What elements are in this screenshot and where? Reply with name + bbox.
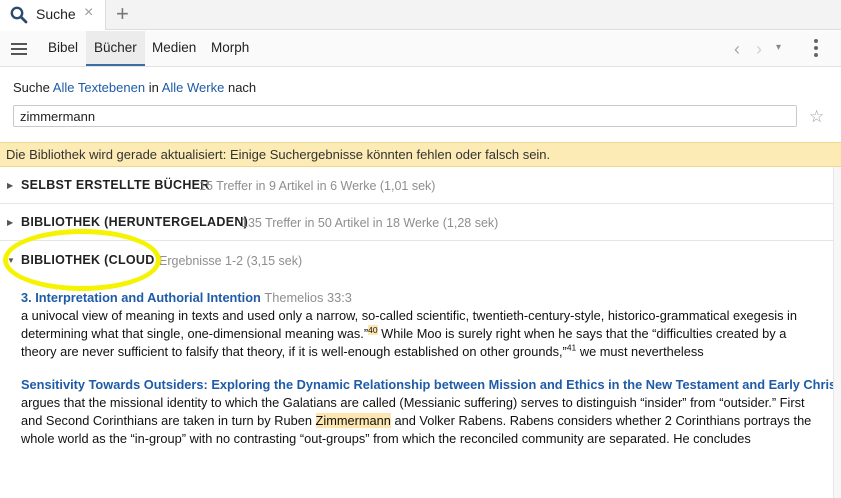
- tab-strip: Suche × +: [0, 0, 841, 30]
- section-own-books[interactable]: ▶ SELBST ERSTELLTE BÜCHER 15 Treffer in …: [0, 168, 841, 204]
- result-title-link[interactable]: Sensitivity Towards Outsiders: Exploring…: [21, 376, 833, 394]
- result-snippet-line: and Second Corinthians are taken in turn…: [21, 413, 812, 428]
- update-warning-banner: Die Bibliothek wird gerade aktualisiert:…: [0, 142, 841, 167]
- tab-label: Suche: [36, 6, 76, 22]
- tab-search[interactable]: Suche ×: [0, 0, 106, 30]
- footnote-marker[interactable]: 40: [368, 324, 378, 335]
- result-snippet-line: whole world as the “in-group” with no co…: [21, 431, 751, 446]
- back-icon[interactable]: ‹: [734, 39, 740, 60]
- forward-icon[interactable]: ›: [756, 39, 762, 60]
- section-title[interactable]: SELBST ERSTELLTE BÜCHER: [21, 178, 210, 192]
- collapse-arrow-icon[interactable]: ▼: [7, 256, 15, 265]
- result-source: Themelios 33:3: [264, 290, 352, 305]
- result-snippet-line: determining what that single, one-dimens…: [21, 324, 787, 341]
- result-snippet-line: theory are never sufficient to falsify t…: [21, 342, 704, 359]
- toolbar: Bibel Bücher Medien Morph ‹ › ▾: [0, 31, 841, 67]
- search-hit-highlight[interactable]: Zimmermann: [315, 413, 391, 428]
- tab-medien[interactable]: Medien: [144, 31, 204, 66]
- result-snippet-line: a univocal view of meaning in texts and …: [21, 308, 797, 323]
- history-dropdown-icon[interactable]: ▾: [776, 42, 781, 53]
- result-title-line: 3. Interpretation and Authorial Intentio…: [21, 289, 833, 307]
- in-word: in: [148, 80, 159, 95]
- works-link[interactable]: Alle Werke: [162, 80, 225, 95]
- section-meta: 15 Treffer in 9 Artikel in 6 Werke (1,01…: [199, 179, 436, 193]
- result-snippet-line: argues that the missional identity to wh…: [21, 395, 805, 410]
- more-options-icon[interactable]: [813, 39, 819, 59]
- new-tab-button[interactable]: +: [116, 1, 129, 27]
- result-title-link[interactable]: 3. Interpretation and Authorial Intentio…: [21, 290, 261, 305]
- section-meta: Ergebnisse 1-2 (3,15 sek): [159, 254, 303, 268]
- tab-buecher[interactable]: Bücher: [86, 31, 145, 66]
- tab-morph[interactable]: Morph: [203, 31, 257, 66]
- section-title[interactable]: BIBLIOTHEK (HERUNTERGELADEN): [21, 215, 248, 229]
- search-prefix: Suche: [13, 80, 50, 95]
- search-icon: [10, 6, 28, 24]
- expand-arrow-icon[interactable]: ▶: [7, 181, 13, 190]
- footnote-marker[interactable]: 41: [567, 343, 576, 353]
- search-suffix: nach: [227, 80, 257, 95]
- tab-bibel[interactable]: Bibel: [40, 31, 86, 66]
- text-levels-link[interactable]: Alle Textebenen: [53, 80, 145, 95]
- search-input[interactable]: [13, 105, 797, 127]
- search-result: 3. Interpretation and Authorial Intentio…: [21, 289, 833, 361]
- section-title[interactable]: BIBLIOTHEK (CLOUD): [21, 253, 159, 267]
- search-scope: Suche Alle Textebenen in Alle Werke nach: [13, 80, 256, 95]
- section-downloaded-library[interactable]: ▶ BIBLIOTHEK (HERUNTERGELADEN) 135 Treff…: [0, 205, 841, 241]
- section-cloud-library[interactable]: ▼ BIBLIOTHEK (CLOUD) Ergebnisse 1-2 (3,1…: [0, 243, 841, 279]
- hamburger-menu-icon[interactable]: [11, 43, 27, 55]
- expand-arrow-icon[interactable]: ▶: [7, 218, 13, 227]
- scrollbar[interactable]: [833, 167, 841, 498]
- close-icon[interactable]: ×: [84, 4, 93, 22]
- section-meta: 135 Treffer in 50 Artikel in 18 Werke (1…: [241, 216, 499, 230]
- search-result: Sensitivity Towards Outsiders: Exploring…: [21, 376, 833, 448]
- favorite-star-icon[interactable]: ☆: [809, 107, 824, 127]
